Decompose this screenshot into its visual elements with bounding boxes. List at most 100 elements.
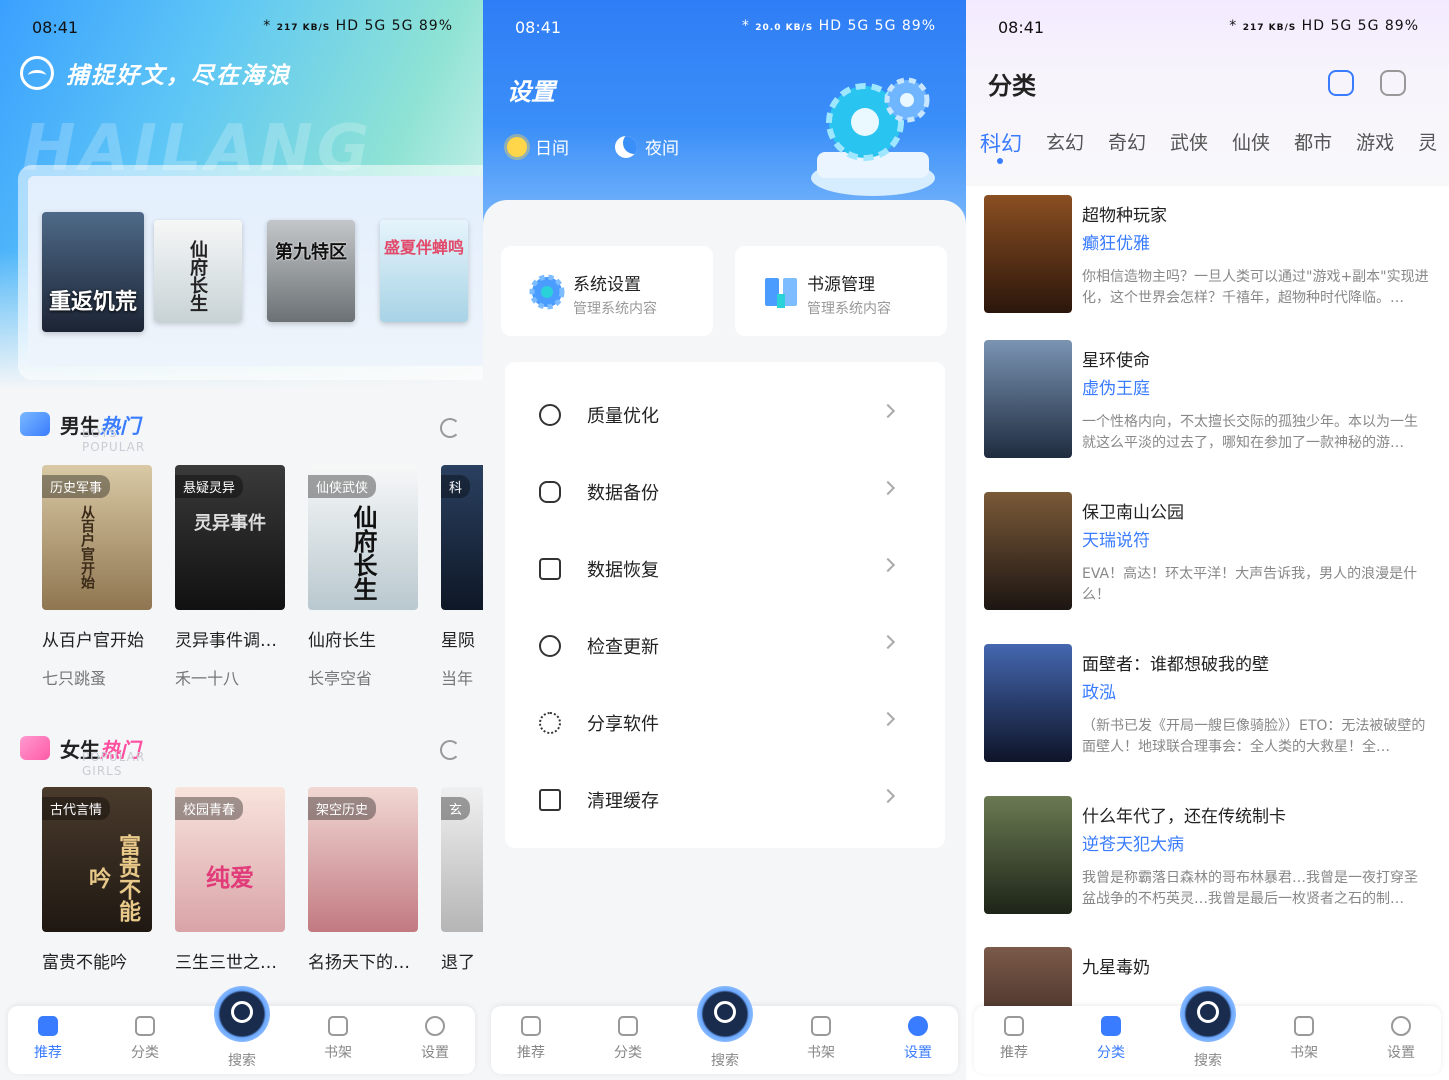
book-desc: 我曾是称霸落日森林的哥布林暴君…我曾是一夜打穿圣盆战争的不朽英灵…我曾是最后一枚…: [1082, 870, 1418, 907]
moon-icon: [615, 135, 637, 158]
banner-book-4[interactable]: 盛夏伴蝉鸣: [380, 220, 468, 322]
home-icon: [521, 1016, 541, 1036]
wave-logo-icon: [20, 56, 54, 90]
tab-xuanhuan[interactable]: 玄幻: [1046, 128, 1084, 158]
nav-recommend[interactable]: 推荐: [18, 1016, 78, 1062]
slogan: 捕捉好文，尽在海浪: [66, 63, 291, 89]
tab-wuxia[interactable]: 武侠: [1170, 128, 1208, 158]
female-filter-icon[interactable]: [1380, 70, 1406, 96]
status-bar: 08:41 * 217 KB/S HD 5G 5G 89%: [0, 0, 483, 56]
list-item[interactable]: 保卫南山公园 天瑞说符 EVA！高达！环太平洋！大声告诉我，男人的浪漫是什么！: [984, 492, 1434, 622]
book-author: 七只跳蚤: [42, 669, 107, 688]
book-icon: [765, 278, 797, 308]
book-cover: 仙侠武侠 仙府长生: [308, 465, 418, 610]
nav-bookshelf[interactable]: 书架: [308, 1016, 368, 1062]
bookshelf-icon: [811, 1016, 831, 1036]
tab-scifi[interactable]: 科幻: [980, 128, 1022, 164]
book-card[interactable]: 历史军事 从百户官开始 从百户官开始 七只跳蚤: [42, 465, 152, 689]
night-mode-toggle[interactable]: 夜间: [615, 134, 679, 159]
book-desc: EVA！高达！环太平洋！大声告诉我，男人的浪漫是什么！: [1082, 566, 1418, 603]
list-item[interactable]: 面壁者：谁都想破我的壁 政泓 （新书已发《开局一艘巨像骑脸》）ETO：无法被破壁…: [984, 644, 1434, 774]
bottom-nav: 推荐 分类 搜索 书架 设置: [974, 986, 1441, 1074]
book-title: 退了: [441, 953, 475, 973]
book-card[interactable]: 科 星陨 当年: [441, 465, 483, 689]
menu-quality-optimize[interactable]: 质量优化: [505, 376, 945, 453]
boys-popular-header: 男生热门 BOYS POPULAR: [20, 404, 144, 454]
nav-search[interactable]: 搜索: [1178, 1050, 1238, 1070]
search-icon[interactable]: [697, 986, 753, 1042]
timer-icon: [539, 404, 561, 426]
nav-search[interactable]: 搜索: [695, 1050, 755, 1070]
book-author[interactable]: 虚伪王庭: [1082, 374, 1150, 399]
book-cover: [984, 195, 1072, 313]
chevron-right-icon: [880, 480, 896, 496]
list-item[interactable]: 什么年代了，还在传统制卡 逆苍天犯大病 我曾是称霸落日森林的哥布林暴君…我曾是一…: [984, 796, 1434, 926]
search-icon[interactable]: [214, 986, 270, 1042]
male-filter-icon[interactable]: [1328, 70, 1354, 96]
book-card[interactable]: 古代言情 富贵不能吟 富贵不能吟: [42, 787, 152, 973]
bottom-nav: 推荐 分类 搜索 书架 设置: [491, 986, 958, 1074]
banner-book-1[interactable]: 重返饥荒: [42, 212, 144, 332]
tab-urban[interactable]: 都市: [1294, 128, 1332, 158]
book-card[interactable]: 校园青春 纯爱 三生三世之…: [175, 787, 285, 973]
menu-clear-cache[interactable]: 清理缓存: [505, 761, 945, 838]
book-author[interactable]: 逆苍天犯大病: [1082, 830, 1184, 855]
nav-recommend[interactable]: 推荐: [984, 1016, 1044, 1062]
nav-settings[interactable]: 设置: [888, 1016, 948, 1062]
tab-more[interactable]: 灵: [1418, 128, 1437, 158]
book-author: 禾一十八: [175, 669, 240, 688]
book-cover: [984, 796, 1072, 914]
book-card[interactable]: 悬疑灵异 灵异事件 灵异事件调… 禾一十八: [175, 465, 285, 689]
menu-check-update[interactable]: 检查更新: [505, 607, 945, 684]
book-card[interactable]: 仙侠武侠 仙府长生 仙府长生 长亭空省: [308, 465, 418, 689]
book-author[interactable]: 天瑞说符: [1082, 526, 1150, 551]
system-settings-card[interactable]: 系统设置 管理系统内容: [501, 246, 713, 336]
banner-book-2[interactable]: 仙府长生: [154, 220, 242, 322]
list-item[interactable]: 星环使命 虚伪王庭 一个性格内向，不太擅长交际的孤独少年。本以为一生就这么平淡的…: [984, 340, 1434, 470]
chevron-right-icon: [880, 634, 896, 650]
page-title: 分类: [988, 72, 1036, 100]
nav-settings[interactable]: 设置: [405, 1016, 465, 1062]
book-cover: [984, 340, 1072, 458]
nav-category[interactable]: 分类: [598, 1016, 658, 1062]
book-cover: 架空历史: [308, 787, 418, 932]
girls-popular-header: 女生热门 POPULAR GIRLS: [20, 728, 144, 778]
tab-xianxia[interactable]: 仙侠: [1232, 128, 1270, 158]
book-cover: 校园青春 纯爱: [175, 787, 285, 932]
menu-share-app[interactable]: 分享软件: [505, 684, 945, 761]
book-title: 从百户官开始: [42, 631, 144, 651]
tab-game[interactable]: 游戏: [1356, 128, 1394, 158]
gear-icon: [1391, 1016, 1411, 1036]
settings-menu: 质量优化 数据备份 数据恢复 检查更新 分享软件 清理缓存: [505, 362, 945, 848]
nav-settings[interactable]: 设置: [1371, 1016, 1431, 1062]
nav-category[interactable]: 分类: [1081, 1016, 1141, 1062]
book-title: 超物种玩家: [1082, 206, 1167, 226]
book-card[interactable]: 架空历史 名扬天下的…: [308, 787, 418, 973]
chevron-right-icon: [880, 711, 896, 727]
nav-bookshelf[interactable]: 书架: [791, 1016, 851, 1062]
search-icon[interactable]: [1180, 986, 1236, 1042]
refresh-icon[interactable]: [440, 418, 460, 438]
page-title: 设置: [507, 78, 555, 106]
source-management-card[interactable]: 书源管理 管理系统内容: [735, 246, 947, 336]
chevron-right-icon: [880, 403, 896, 419]
nav-bookshelf[interactable]: 书架: [1274, 1016, 1334, 1062]
refresh-icon[interactable]: [440, 740, 460, 760]
tab-fantasy[interactable]: 奇幻: [1108, 128, 1146, 158]
book-cover: 古代言情 富贵不能吟: [42, 787, 152, 932]
bottom-nav: 推荐 分类 搜索 书架 设置: [8, 986, 475, 1074]
book-author[interactable]: 癫狂优雅: [1082, 229, 1150, 254]
sun-icon: [507, 136, 527, 157]
book-cover: 科: [441, 465, 483, 610]
menu-data-restore[interactable]: 数据恢复: [505, 530, 945, 607]
menu-data-backup[interactable]: 数据备份: [505, 453, 945, 530]
day-mode-toggle[interactable]: 日间: [507, 134, 569, 159]
book-author: 长亭空省: [308, 669, 373, 688]
nav-search[interactable]: 搜索: [212, 1050, 272, 1070]
banner-book-3[interactable]: 第九特区: [267, 220, 355, 322]
book-author[interactable]: 政泓: [1082, 678, 1116, 703]
nav-recommend[interactable]: 推荐: [501, 1016, 561, 1062]
book-card[interactable]: 玄 退了: [441, 787, 483, 973]
list-item[interactable]: 超物种玩家 癫狂优雅 你相信造物主吗？一旦人类可以通过"游戏+副本"实现进化，这…: [984, 195, 1434, 325]
nav-category[interactable]: 分类: [115, 1016, 175, 1062]
